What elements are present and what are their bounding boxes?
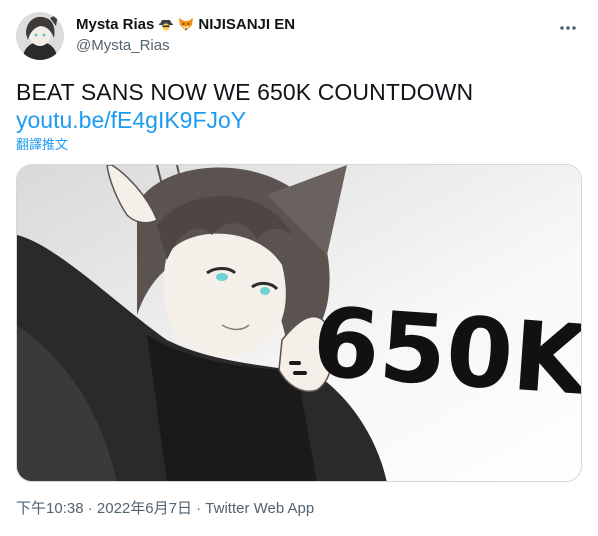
tweet-metadata: 下午10:38 · 2022年6月7日 · Twitter Web App <box>16 499 314 519</box>
detective-emoji-icon <box>158 16 174 32</box>
tweet-media-image[interactable]: 650K <box>16 164 582 482</box>
meta-separator: · <box>196 500 202 517</box>
translate-tweet-link[interactable]: 翻譯推文 <box>16 137 68 153</box>
tweet-time[interactable]: 下午10:38 <box>16 500 84 517</box>
avatar[interactable] <box>16 12 64 60</box>
tweet-date[interactable]: 2022年6月7日 <box>97 500 192 517</box>
display-name[interactable]: Mysta Rias <box>76 16 154 33</box>
tweet-link[interactable]: youtu.be/fE4gIK9FJoY <box>16 106 246 134</box>
display-name-suffix[interactable]: NIJISANJI EN <box>198 16 295 33</box>
tweet-text: BEAT SANS NOW WE 650K COUNTDOWN <box>16 79 474 105</box>
fox-emoji-icon <box>178 16 194 32</box>
media-overlay-text: 650K <box>309 286 582 417</box>
author-info: Mysta Rias NIJISANJI EN @Mysta_Rias <box>76 14 295 56</box>
tweet-header: Mysta Rias NIJISANJI EN @Mysta_Rias <box>16 12 582 62</box>
meta-separator: · <box>87 500 93 517</box>
tweet-card: Mysta Rias NIJISANJI EN @Mysta_Rias BEAT… <box>0 0 598 536</box>
author-handle[interactable]: @Mysta_Rias <box>76 36 295 56</box>
more-options-button[interactable] <box>556 18 580 38</box>
more-dots-icon <box>560 26 576 30</box>
tweet-source-app[interactable]: Twitter Web App <box>205 500 314 517</box>
